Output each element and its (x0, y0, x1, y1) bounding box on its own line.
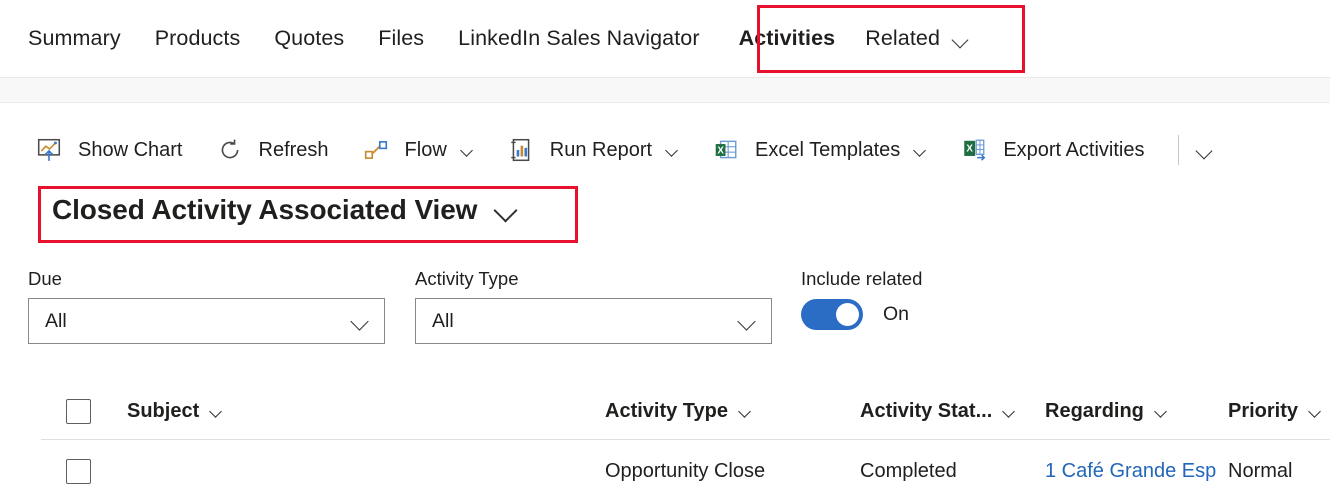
tab-files-label: Files (378, 26, 425, 50)
tab-files[interactable]: Files (361, 0, 441, 77)
view-selector-title: Closed Activity Associated View (52, 194, 478, 225)
chevron-down-icon (914, 144, 927, 157)
tab-activities-label: Activities (738, 26, 836, 50)
chevron-down-icon (953, 31, 969, 47)
excel-templates-icon: X (715, 140, 737, 159)
row-select-cell (41, 458, 127, 484)
entity-tab-bar: Summary Products Quotes Files LinkedIn S… (0, 0, 1330, 77)
tab-products-label: Products (154, 26, 241, 50)
show-chart-label: Show Chart (78, 138, 183, 161)
tab-quotes-label: Quotes (274, 26, 345, 50)
cell-priority-value: Normal (1228, 459, 1293, 482)
tab-related[interactable]: Related (849, 0, 986, 77)
tab-products[interactable]: Products (138, 0, 258, 77)
cell-regarding: 1 Café Grande Esp (1045, 460, 1228, 483)
select-all-checkbox[interactable] (66, 399, 91, 424)
activity-type-filter-value: All (432, 309, 454, 332)
command-bar-divider (1178, 135, 1180, 165)
flow-label: Flow (404, 138, 447, 161)
activity-type-filter: Activity Type All (415, 268, 772, 344)
svg-text:X: X (967, 144, 974, 155)
column-header-regarding[interactable]: Regarding (1045, 400, 1228, 423)
refresh-label: Refresh (258, 138, 329, 161)
show-chart-button[interactable]: Show Chart (36, 124, 183, 176)
tab-linkedin-label: LinkedIn Sales Navigator (458, 26, 700, 50)
view-selector[interactable]: Closed Activity Associated View (52, 194, 518, 226)
cell-activity-status-value: Completed (860, 459, 957, 482)
cell-activity-type: Opportunity Close (605, 460, 860, 483)
column-header-activity-status-label: Activity Stat... (860, 400, 993, 422)
chevron-down-icon (738, 312, 757, 331)
activities-grid: Subject Activity Type Activity Stat... R… (0, 384, 1330, 502)
flow-icon (364, 141, 387, 159)
column-header-subject[interactable]: Subject (127, 400, 605, 423)
run-report-label: Run Report (549, 138, 653, 161)
column-header-activity-type[interactable]: Activity Type (605, 400, 860, 423)
chevron-down-icon (210, 405, 223, 418)
tab-related-label: Related (865, 26, 941, 50)
excel-templates-button[interactable]: X Excel Templates (713, 124, 927, 176)
chevron-down-icon (461, 144, 474, 157)
flow-button[interactable]: Flow (363, 124, 474, 176)
toggle-knob (836, 303, 859, 326)
chevron-down-icon (739, 405, 752, 418)
chevron-down-icon (496, 199, 518, 221)
column-header-activity-type-label: Activity Type (605, 400, 728, 422)
cell-activity-type-value: Opportunity Close (605, 459, 766, 482)
cell-regarding-link[interactable]: 1 Café Grande Esp (1045, 460, 1216, 483)
column-header-priority-label: Priority (1228, 400, 1299, 422)
chevron-down-icon (351, 312, 370, 331)
cell-priority: Normal (1228, 460, 1330, 483)
filter-bar: Due All Activity Type All Include relate… (0, 268, 1330, 348)
include-related-state: On (883, 303, 910, 325)
show-chart-icon (37, 138, 61, 161)
activities-page: Summary Products Quotes Files LinkedIn S… (0, 0, 1330, 502)
export-activities-label: Export Activities (1003, 138, 1145, 161)
due-filter-select[interactable]: All (28, 298, 385, 344)
chevron-down-icon (1197, 142, 1213, 158)
svg-text:X: X (717, 145, 724, 156)
activity-type-filter-select[interactable]: All (415, 298, 772, 344)
command-bar: Show Chart Refresh Flow Run Report X Exc… (0, 124, 1330, 176)
activity-type-filter-label: Activity Type (415, 268, 519, 289)
cell-activity-status: Completed (860, 460, 1045, 483)
table-row[interactable]: Opportunity Close Completed 1 Café Grand… (41, 440, 1330, 502)
command-overflow-button[interactable] (1197, 124, 1213, 176)
export-activities-button[interactable]: X Export Activities (961, 124, 1144, 176)
due-filter-label: Due (28, 268, 62, 289)
include-related-toggle-row: On (801, 299, 922, 330)
include-related-filter: Include related On (801, 268, 922, 330)
select-all-cell (41, 399, 127, 424)
grid-header-row: Subject Activity Type Activity Stat... R… (41, 384, 1330, 440)
chevron-down-icon (666, 144, 679, 157)
tab-summary[interactable]: Summary (28, 0, 138, 77)
due-filter: Due All (28, 268, 385, 344)
chevron-down-icon (1003, 405, 1016, 418)
due-filter-value: All (45, 309, 67, 332)
column-header-activity-status[interactable]: Activity Stat... (860, 400, 1045, 423)
column-header-priority[interactable]: Priority (1228, 400, 1330, 423)
run-report-button[interactable]: Run Report (508, 124, 679, 176)
export-excel-icon: X (964, 139, 986, 161)
tab-linkedin-sales-navigator[interactable]: LinkedIn Sales Navigator (441, 0, 716, 77)
separator-strip (0, 77, 1330, 103)
tab-activities[interactable]: Activities (717, 0, 850, 77)
tab-summary-label: Summary (28, 26, 121, 50)
excel-templates-label: Excel Templates (755, 138, 901, 161)
chevron-down-icon (1155, 405, 1168, 418)
include-related-toggle[interactable] (801, 299, 863, 330)
refresh-button[interactable]: Refresh (217, 124, 329, 176)
tab-quotes[interactable]: Quotes (257, 0, 361, 77)
chevron-down-icon (1309, 405, 1322, 418)
row-checkbox[interactable] (66, 458, 91, 484)
run-report-icon (511, 138, 530, 162)
include-related-label: Include related (801, 268, 923, 289)
refresh-icon (221, 139, 238, 159)
column-header-subject-label: Subject (127, 400, 200, 422)
column-header-regarding-label: Regarding (1045, 400, 1144, 422)
